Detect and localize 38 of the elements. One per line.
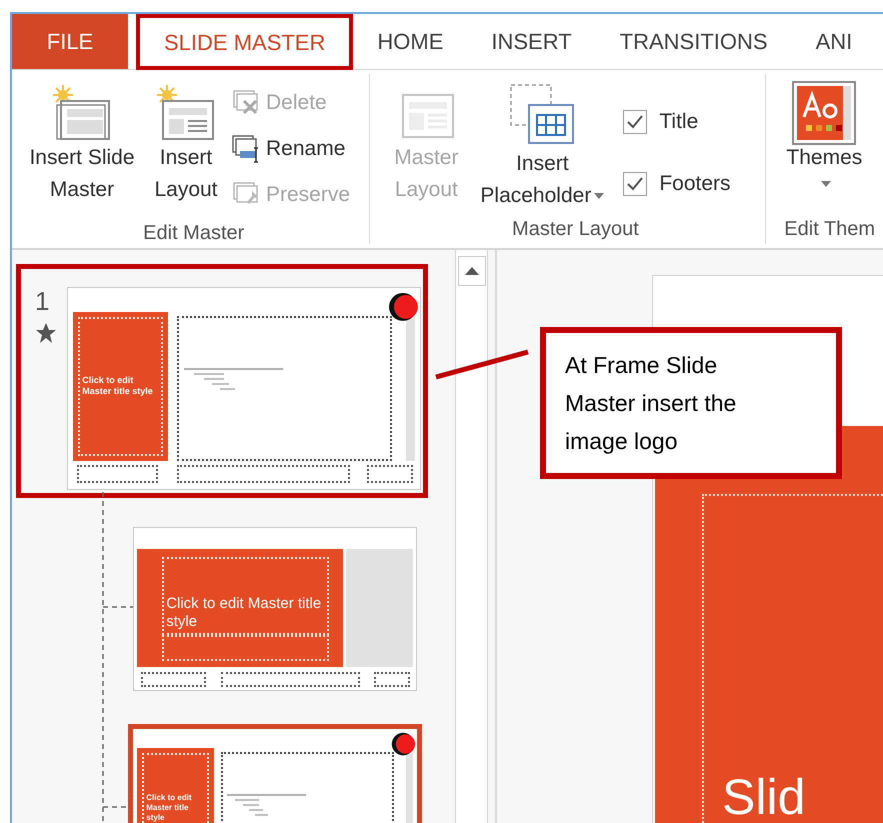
group-label: Edit Them	[783, 217, 876, 242]
file-tab[interactable]: FILE	[12, 14, 128, 69]
ribbon-button[interactable]: Insert Placeholder	[467, 80, 618, 212]
slide-thumbnail[interactable]: Click to edit Master title style	[133, 527, 417, 691]
checkbox-box[interactable]	[623, 172, 648, 196]
title-text: Click to edit Master title style	[78, 317, 164, 456]
ribbon-tab[interactable]: INSERT	[467, 14, 596, 69]
ribbon-button[interactable]: Rename	[232, 126, 350, 172]
group-label: Edit Master	[142, 221, 246, 246]
slide-thumbnail[interactable]: Click to edit Master title style	[128, 724, 422, 823]
slide-number: 1	[35, 287, 50, 315]
ribbon-button[interactable]: Themes	[776, 80, 872, 194]
footer-placeholder	[141, 672, 206, 687]
slide-title: Slid	[722, 770, 806, 823]
callout-text: At Frame Slide Master insert the image logo	[565, 351, 738, 456]
delete-icon	[232, 89, 260, 117]
ribbon-tab[interactable]: SLIDE MASTER	[136, 14, 354, 70]
checkbox[interactable]: Title	[623, 100, 731, 144]
checkbox[interactable]: Footers	[623, 162, 731, 206]
layout-icon	[155, 85, 217, 141]
slide-master-icon	[51, 85, 113, 141]
rename-icon	[232, 135, 260, 163]
ribbon-tab[interactable]: TRANSITIONS	[596, 14, 792, 69]
ribbon-tab[interactable]: HOME	[353, 14, 468, 69]
checkbox-box[interactable]	[623, 110, 648, 134]
footer-placeholder	[374, 672, 410, 687]
up-arrow-icon	[464, 267, 478, 275]
themes-icon	[792, 81, 856, 145]
slide-thumbnail[interactable]: Click to edit Master title style	[67, 287, 421, 490]
ribbon-tab[interactable]: ANI	[792, 14, 876, 69]
ribbon-button[interactable]: Insert Slide Master	[18, 80, 146, 206]
footer-placeholder	[367, 464, 413, 483]
title-text: Click to edit Master title style	[142, 753, 209, 823]
scrollbar[interactable]	[455, 250, 488, 823]
ribbon-button[interactable]: Insert Layout	[146, 80, 226, 206]
scroll-up-button[interactable]	[458, 256, 486, 286]
group-label: Master Layout	[511, 217, 640, 242]
title-text: Click to edit Master title style	[162, 557, 329, 635]
